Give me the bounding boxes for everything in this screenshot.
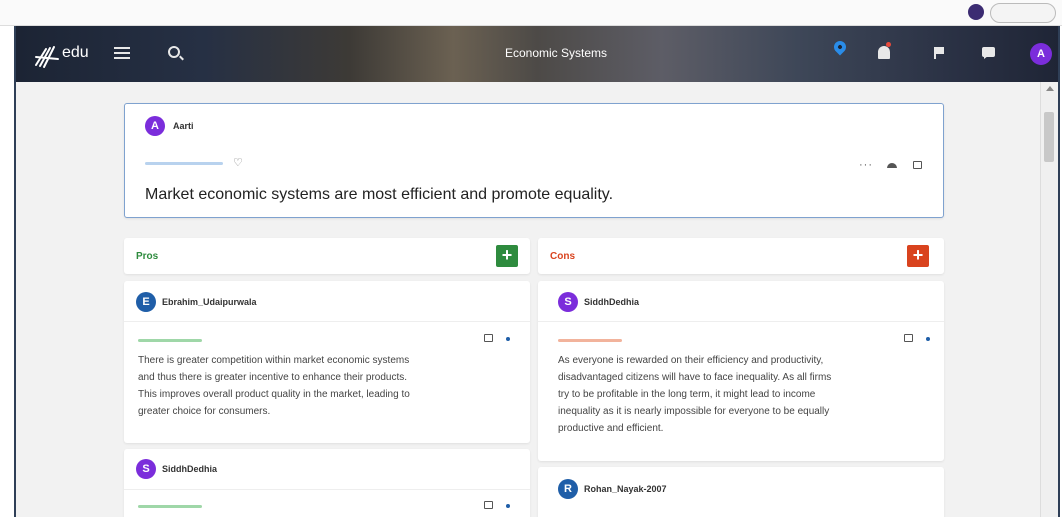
page-title: Economic Systems (504, 46, 608, 60)
avatar[interactable]: S (558, 292, 578, 312)
comment-icon[interactable] (913, 161, 922, 169)
argument-line: disadvantaged citizens will have to face… (558, 372, 832, 383)
edu-logo-icon[interactable] (32, 39, 62, 69)
argument-text: There is greater competition within mark… (138, 352, 410, 420)
pin-icon[interactable] (831, 38, 849, 56)
comment-icon[interactable] (484, 334, 493, 342)
add-pro-button[interactable]: + (496, 245, 518, 267)
unread-dot (506, 504, 510, 508)
top-bar: edu Economic Systems A (16, 26, 1058, 82)
avatar[interactable]: E (136, 292, 156, 312)
search-icon[interactable] (168, 46, 180, 58)
argument-line: productive and efficient. (558, 423, 664, 434)
argument-line: and thus there is greater incentive to e… (138, 372, 408, 383)
logo-text[interactable]: edu (62, 44, 89, 62)
browser-control[interactable] (990, 3, 1056, 23)
argument-line: This improves overall product quality in… (138, 389, 410, 400)
argument-author[interactable]: Ebrahim_Udaipurwala (162, 297, 257, 307)
add-con-button[interactable]: + (907, 245, 929, 267)
con-argument-card: R Rohan_Nayak-2007 (538, 467, 944, 517)
flag-icon[interactable] (934, 47, 944, 59)
comment-icon[interactable] (904, 334, 913, 342)
claim-author[interactable]: Aarti (173, 121, 194, 131)
con-argument-card: S SiddhDedhia As everyone is rewarded on… (538, 281, 944, 461)
pro-argument-card: S SiddhDedhia (124, 449, 530, 517)
messages-icon[interactable] (982, 47, 995, 59)
cons-title: Cons (550, 251, 575, 262)
pro-argument-card: E Ebrahim_Udaipurwala There is greater c… (124, 281, 530, 443)
avatar[interactable]: A (145, 116, 165, 136)
scroll-thumb[interactable] (1044, 112, 1054, 162)
argument-line: inequality as it is nearly impossible fo… (558, 406, 830, 417)
argument-text: As everyone is rewarded on their efficie… (558, 352, 831, 437)
divider (124, 489, 530, 490)
claim-tag (145, 162, 223, 165)
argument-author[interactable]: Rohan_Nayak-2007 (584, 484, 667, 494)
avatar[interactable]: R (558, 479, 578, 499)
argument-line: As everyone is rewarded on their efficie… (558, 355, 824, 366)
browser-chrome (0, 0, 1062, 26)
unread-dot (926, 337, 930, 341)
scrollbar[interactable] (1040, 82, 1058, 517)
more-options-icon[interactable]: ··· (859, 159, 873, 171)
app-window: edu Economic Systems A A Aarti ♡ ··· Mar… (14, 26, 1060, 517)
pros-title: Pros (136, 251, 159, 262)
pros-header: Pros + (124, 238, 530, 274)
notification-bell-icon[interactable] (878, 42, 891, 59)
graduation-hat-icon[interactable] (887, 163, 897, 168)
claim-text: Market economic systems are most efficie… (145, 186, 614, 203)
argument-line: There is greater competition within mark… (138, 355, 410, 366)
unread-dot (506, 337, 510, 341)
scroll-up-arrow-icon[interactable] (1046, 86, 1054, 91)
browser-profile-icon[interactable] (968, 4, 984, 20)
menu-icon[interactable] (114, 47, 130, 59)
pro-tag (138, 339, 202, 342)
pro-tag (138, 505, 202, 508)
con-tag (558, 339, 622, 342)
divider (538, 321, 944, 322)
argument-line: greater choice for consumers. (138, 406, 271, 417)
user-avatar[interactable]: A (1030, 43, 1052, 65)
avatar[interactable]: S (136, 459, 156, 479)
claim-card: A Aarti ♡ ··· Market economic systems ar… (124, 103, 944, 218)
cons-header: Cons + (538, 238, 944, 274)
divider (124, 321, 530, 322)
argument-line: try to be profitable in the long term, i… (558, 389, 816, 400)
argument-author[interactable]: SiddhDedhia (162, 464, 217, 474)
heart-icon[interactable]: ♡ (233, 158, 243, 169)
argument-author[interactable]: SiddhDedhia (584, 297, 639, 307)
comment-icon[interactable] (484, 501, 493, 509)
